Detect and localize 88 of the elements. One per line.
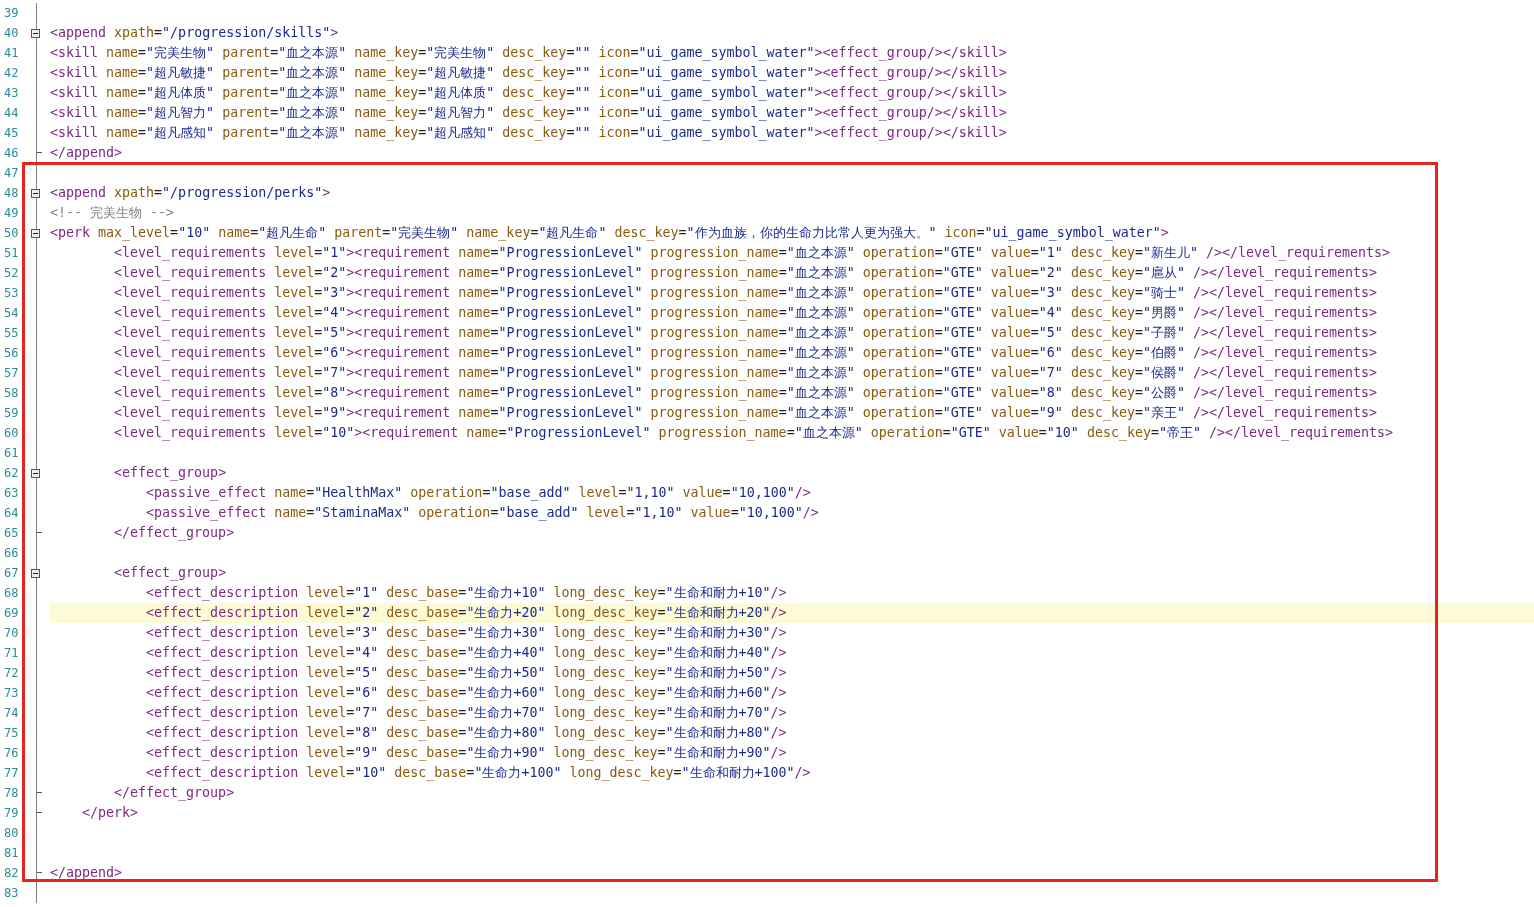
line-number: 50 (3, 226, 20, 240)
code-line: <effect_description level="3" desc_base="生命力+30" long_desc_key="生命和耐力+30"/> (145, 624, 787, 642)
line-number: 44 (3, 106, 20, 120)
line-number: 77 (3, 766, 20, 780)
code-line: <skill name="超凡感知" parent="血之本源" name_key="超凡感知" desc_key="" icon="ui_game_symbol_water"><effect_group/></skill> (50, 124, 1007, 142)
line-number: 74 (3, 706, 20, 720)
line-number: 57 (3, 366, 20, 380)
line-number: 61 (3, 446, 20, 460)
code-line: <level_requirements level="5"><requirement name="ProgressionLevel" progression_name="血之本源" operation="GTE" value="5" desc_key="子爵" /></level_requirements> (113, 324, 1378, 342)
line-number: 53 (3, 286, 20, 300)
line-number: 47 (3, 166, 20, 180)
line-number: 40 (3, 26, 20, 40)
line-number: 56 (3, 346, 20, 360)
code-line: <effect_description level="1" desc_base="生命力+10" long_desc_key="生命和耐力+10"/> (145, 584, 787, 602)
code-line: <effect_description level="4" desc_base="生命力+40" long_desc_key="生命和耐力+40"/> (145, 644, 787, 662)
line-number: 45 (3, 126, 20, 140)
line-number: 79 (3, 806, 20, 820)
code-line: <effect_group> (113, 464, 227, 482)
line-number: 62 (3, 466, 20, 480)
code-line: <effect_description level="8" desc_base="生命力+80" long_desc_key="生命和耐力+80"/> (145, 724, 787, 742)
line-number: 81 (3, 846, 20, 860)
line-number: 42 (3, 66, 20, 80)
code-line: <append xpath="/progression/perks"> (50, 184, 331, 202)
line-number: 43 (3, 86, 20, 100)
line-number: 70 (3, 626, 20, 640)
code-line: <!-- 完美生物 --> (50, 204, 175, 222)
line-number: 54 (3, 306, 20, 320)
line-number: 46 (3, 146, 20, 160)
collapse-icon[interactable] (31, 568, 40, 578)
code-line: <level_requirements level="8"><requirement name="ProgressionLevel" progression_name="血之本源" operation="GTE" value="8" desc_key="公爵" /></level_requirements> (113, 384, 1378, 402)
line-number: 80 (3, 826, 20, 840)
collapse-icon[interactable] (31, 188, 40, 198)
code-line: <level_requirements level="6"><requirement name="ProgressionLevel" progression_name="血之本源" operation="GTE" value="6" desc_key="伯爵" /></level_requirements> (113, 344, 1378, 362)
line-number: 41 (3, 46, 20, 60)
line-number: 76 (3, 746, 20, 760)
code-line: </perk> (81, 804, 139, 822)
code-line: <level_requirements level="3"><requirement name="ProgressionLevel" progression_name="血之本源" operation="GTE" value="3" desc_key="骑士" /></level_requirements> (113, 284, 1378, 302)
line-number: 58 (3, 386, 20, 400)
code-line: <passive_effect name="StaminaMax" operation="base_add" level="1,10" value="10,100"/> (145, 504, 819, 522)
code-line: <effect_description level="6" desc_base="生命力+60" long_desc_key="生命和耐力+60"/> (145, 684, 787, 702)
line-number: 68 (3, 586, 20, 600)
line-number: 83 (3, 886, 20, 900)
line-number: 78 (3, 786, 20, 800)
code-line: </append> (50, 864, 123, 882)
code-line: <effect_description level="10" desc_base="生命力+100" long_desc_key="生命和耐力+100"/> (145, 764, 811, 782)
line-number: 55 (3, 326, 20, 340)
code-line: </effect_group> (113, 524, 235, 542)
line-number: 48 (3, 186, 20, 200)
code-line: <effect_description level="7" desc_base="生命力+70" long_desc_key="生命和耐力+70"/> (145, 704, 787, 722)
code-line: <effect_description level="9" desc_base="生命力+90" long_desc_key="生命和耐力+90"/> (145, 744, 787, 762)
code-line: <skill name="超凡体质" parent="血之本源" name_key="超凡体质" desc_key="" icon="ui_game_symbol_water"><effect_group/></skill> (50, 84, 1007, 102)
collapse-icon[interactable] (31, 228, 40, 238)
code-line: <level_requirements level="7"><requirement name="ProgressionLevel" progression_name="血之本源" operation="GTE" value="7" desc_key="侯爵" /></level_requirements> (113, 364, 1378, 382)
line-number: 65 (3, 526, 20, 540)
code-line: <level_requirements level="1"><requirement name="ProgressionLevel" progression_name="血之本源" operation="GTE" value="1" desc_key="新生儿" /></level_requirements> (113, 244, 1391, 262)
code-line: <passive_effect name="HealthMax" operation="base_add" level="1,10" value="10,100"/> (145, 484, 811, 502)
line-number: 63 (3, 486, 20, 500)
code-line: <skill name="超凡智力" parent="血之本源" name_key="超凡智力" desc_key="" icon="ui_game_symbol_water"><effect_group/></skill> (50, 104, 1007, 122)
line-number: 75 (3, 726, 20, 740)
code-line: <level_requirements level="10"><requirement name="ProgressionLevel" progression_name="血之本源" operation="GTE" value="10" desc_key="帝王" /></level_requirements> (113, 424, 1394, 442)
collapse-icon[interactable] (31, 28, 40, 38)
collapse-icon[interactable] (31, 468, 40, 478)
line-number: 73 (3, 686, 20, 700)
line-number: 39 (3, 6, 20, 20)
line-number: 49 (3, 206, 20, 220)
code-line: </append> (50, 144, 123, 162)
code-line: <append xpath="/progression/skills"> (50, 24, 339, 42)
line-number: 67 (3, 566, 20, 580)
line-number: 71 (3, 646, 20, 660)
code-line: <level_requirements level="2"><requirement name="ProgressionLevel" progression_name="血之本源" operation="GTE" value="2" desc_key="扈从" /></level_requirements> (113, 264, 1378, 282)
code-line: <perk max_level="10" name="超凡生命" parent="完美生物" name_key="超凡生命" desc_key="作为血族，你的生命力比常人更为强大。" icon="ui_game_symbol_water"> (50, 224, 1169, 242)
code-line: <effect_description level="2" desc_base="生命力+20" long_desc_key="生命和耐力+20"/> (145, 604, 787, 622)
code-line: <level_requirements level="9"><requirement name="ProgressionLevel" progression_name="血之本源" operation="GTE" value="9" desc_key="亲王" /></level_requirements> (113, 404, 1378, 422)
line-number: 82 (3, 866, 20, 880)
line-number: 72 (3, 666, 20, 680)
line-number: 51 (3, 246, 20, 260)
line-number: 64 (3, 506, 20, 520)
code-line: <skill name="超凡敏捷" parent="血之本源" name_key="超凡敏捷" desc_key="" icon="ui_game_symbol_water"><effect_group/></skill> (50, 64, 1007, 82)
line-number: 69 (3, 606, 20, 620)
line-number: 59 (3, 406, 20, 420)
code-line: <skill name="完美生物" parent="血之本源" name_key="完美生物" desc_key="" icon="ui_game_symbol_water"><effect_group/></skill> (50, 44, 1007, 62)
line-number: 66 (3, 546, 20, 560)
code-line: <effect_description level="5" desc_base="生命力+50" long_desc_key="生命和耐力+50"/> (145, 664, 787, 682)
code-line: </effect_group> (113, 784, 235, 802)
line-number: 52 (3, 266, 20, 280)
code-line: <effect_group> (113, 564, 227, 582)
line-number: 60 (3, 426, 20, 440)
code-line: <level_requirements level="4"><requirement name="ProgressionLevel" progression_name="血之本源" operation="GTE" value="4" desc_key="男爵" /></level_requirements> (113, 304, 1378, 322)
